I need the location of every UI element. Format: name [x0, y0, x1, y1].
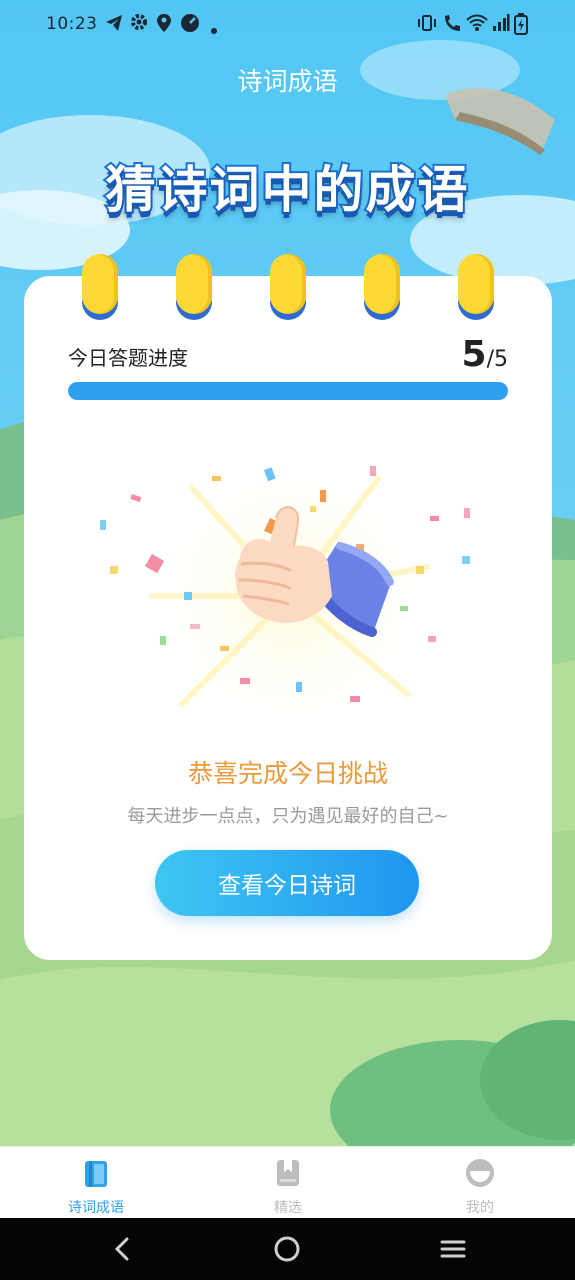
progress-bar-fill — [68, 382, 508, 400]
page-title: 诗词成语 — [237, 67, 338, 96]
binder-ring — [176, 254, 212, 324]
binder-ring — [270, 254, 306, 324]
tab-label: 精选 — [274, 1200, 302, 1216]
binder-ring — [82, 254, 118, 324]
recents-icon[interactable] — [438, 1234, 468, 1264]
binder-ring — [458, 254, 494, 324]
wifi-calling-icon — [442, 13, 464, 38]
system-nav-bar — [0, 1218, 575, 1280]
tab-profile[interactable]: 我的 — [420, 1147, 540, 1219]
telegram-icon — [104, 13, 124, 38]
congrats-title: 恭喜完成今日挑战 — [187, 759, 388, 788]
speedometer-icon — [180, 13, 200, 38]
home-icon[interactable] — [272, 1234, 302, 1264]
progress-label: 今日答题进度 — [68, 346, 188, 370]
progress-current: 5 — [461, 334, 487, 375]
status-time: 10:23 — [46, 14, 98, 34]
view-today-poem-button[interactable]: 查看今日诗词 — [155, 850, 419, 916]
back-icon[interactable] — [108, 1234, 138, 1264]
tab-featured[interactable]: 精选 — [228, 1147, 348, 1219]
progress-count: 5/5 — [462, 334, 508, 375]
dot-icon — [210, 20, 218, 40]
wifi-icon — [466, 13, 488, 38]
tab-label: 我的 — [466, 1200, 494, 1216]
bottom-tab-bar: 诗词成语 精选 我的 — [0, 1146, 575, 1218]
motto-text: 每天进步一点点，只为遇见最好的自己~ — [127, 806, 449, 827]
vibrate-icon — [416, 13, 438, 38]
progress-bar — [68, 382, 508, 400]
progress-total: /5 — [486, 347, 508, 372]
status-bar: 10:23 — [0, 0, 575, 48]
profile-icon — [464, 1157, 496, 1189]
bookmark-icon — [272, 1157, 304, 1189]
signal-icon — [492, 13, 510, 38]
progress-card: 今日答题进度 5/5 恭喜完成今日挑战 每天进步一点点，只为遇见最好的自己~ 查… — [24, 254, 552, 960]
location-icon — [156, 13, 172, 38]
banner-title: 猜诗词中的成语 — [104, 159, 470, 221]
gear-icon — [130, 13, 148, 36]
binder-ring — [364, 254, 400, 324]
thumbs-up-illustration — [100, 446, 470, 746]
book-icon — [80, 1157, 112, 1189]
battery-charging-icon — [514, 13, 528, 40]
tab-label: 诗词成语 — [68, 1200, 124, 1216]
tab-poetry-idioms[interactable]: 诗词成语 — [36, 1147, 156, 1219]
